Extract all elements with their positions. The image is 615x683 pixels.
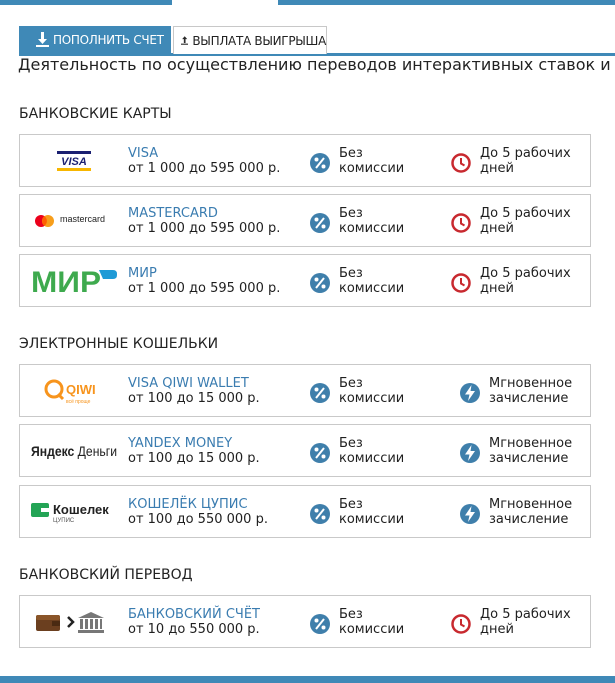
payment-row-bank-account[interactable]: БАНКОВСКИЙ СЧЁТ от 10 до 550 000 р. Без … xyxy=(19,595,591,648)
tab-deposit-label: ПОПОЛНИТЬ СЧЕТ xyxy=(53,32,164,47)
percent-icon xyxy=(310,614,330,634)
percent-icon xyxy=(310,273,330,293)
time-text: Мгновенное зачисление xyxy=(489,436,573,466)
tab-withdraw-label: ВЫПЛАТА ВЫИГРЫША xyxy=(192,33,326,48)
svg-text:всё проще: всё проще xyxy=(66,399,91,405)
section-title-wallets: ЭЛЕКТРОННЫЕ КОШЕЛЬКИ xyxy=(19,336,219,352)
method-name[interactable]: MASTERCARD xyxy=(128,206,280,221)
svg-text:МИР: МИР xyxy=(31,266,101,296)
section-title-bank: БАНКОВСКИЙ ПЕРЕВОД xyxy=(19,567,193,583)
payment-row-yandex[interactable]: Яндекс Деньги YANDEX MONEY от 100 до 15 … xyxy=(19,424,591,477)
time-text: До 5 рабочих дней xyxy=(480,146,571,176)
payment-row-cupis[interactable]: Кошелек ЦУПИС КОШЕЛЁК ЦУПИС от 100 до 55… xyxy=(19,485,591,538)
method-range: от 100 до 15 000 р. xyxy=(128,451,260,466)
svg-text:ЦУПИС: ЦУПИС xyxy=(53,518,75,524)
payment-tabs: ПОПОЛНИТЬ СЧЕТ ВЫПЛАТА ВЫИГРЫША xyxy=(19,26,615,56)
method-range: от 10 до 550 000 р. xyxy=(128,622,260,637)
method-info: YANDEX MONEY от 100 до 15 000 р. xyxy=(128,436,260,466)
fee-text: Без комиссии xyxy=(339,146,405,176)
lightning-icon xyxy=(460,443,480,463)
fee-text: Без комиссии xyxy=(339,376,405,406)
top-accent-gap xyxy=(172,0,278,5)
yandex-money-logo: Яндекс Деньги xyxy=(20,425,128,476)
fee-text: Без комиссии xyxy=(339,436,405,466)
top-accent-bar xyxy=(0,0,615,5)
time-text: До 5 рабочих дней xyxy=(480,206,571,236)
method-info: MASTERCARD от 1 000 до 595 000 р. xyxy=(128,206,280,236)
fee-text: Без комиссии xyxy=(339,266,405,296)
tab-deposit[interactable]: ПОПОЛНИТЬ СЧЕТ xyxy=(19,26,171,53)
visa-logo: VISA xyxy=(20,135,128,186)
clock-icon xyxy=(451,153,471,173)
bank-building-icon xyxy=(78,611,104,633)
payment-row-mastercard[interactable]: mastercard MASTERCARD от 1 000 до 595 00… xyxy=(19,194,591,247)
svg-text:Яндекс Деньги: Яндекс Деньги xyxy=(31,443,117,459)
clock-icon xyxy=(451,273,471,293)
fee-text: Без комиссии xyxy=(339,497,405,527)
fee-text: Без комиссии xyxy=(339,206,405,236)
method-info: МИР от 1 000 до 595 000 р. xyxy=(128,266,280,296)
method-name[interactable]: VISA xyxy=(128,146,280,161)
method-name[interactable]: БАНКОВСКИЙ СЧЁТ xyxy=(128,607,260,622)
lightning-icon xyxy=(460,504,480,524)
percent-icon xyxy=(310,443,330,463)
percent-icon xyxy=(310,383,330,403)
method-range: от 1 000 до 595 000 р. xyxy=(128,281,281,296)
bank-transfer-logo xyxy=(20,596,128,647)
method-range: от 1 000 до 595 000 р. xyxy=(128,221,281,236)
arrow-right-icon xyxy=(67,615,75,628)
mastercard-logo: mastercard xyxy=(20,195,128,246)
method-info: VISA QIWI WALLET от 100 до 15 000 р. xyxy=(128,376,260,406)
method-info: БАНКОВСКИЙ СЧЁТ от 10 до 550 000 р. xyxy=(128,607,260,637)
qiwi-logo: QIWI всё проще xyxy=(20,365,128,416)
payment-row-visa[interactable]: VISA VISA от 1 000 до 595 000 р. Без ком… xyxy=(19,134,591,187)
method-name[interactable]: VISA QIWI WALLET xyxy=(128,376,260,391)
clock-icon xyxy=(451,213,471,233)
mir-logo: МИР xyxy=(20,255,128,306)
payment-row-mir[interactable]: МИР МИР от 1 000 до 595 000 р. Без комис… xyxy=(19,254,591,307)
method-range: от 100 до 550 000 р. xyxy=(128,512,268,527)
mastercard-wordmark: mastercard xyxy=(60,214,106,224)
time-text: До 5 рабочих дней xyxy=(480,607,571,637)
lightning-icon xyxy=(460,383,480,403)
percent-icon xyxy=(310,504,330,524)
percent-icon xyxy=(310,153,330,173)
time-text: До 5 рабочих дней xyxy=(480,266,571,296)
bottom-accent-bar xyxy=(0,676,615,683)
method-info: КОШЕЛЁК ЦУПИС от 100 до 550 000 р. xyxy=(128,497,268,527)
svg-text:VISA: VISA xyxy=(61,156,87,168)
method-name[interactable]: МИР xyxy=(128,266,280,281)
fee-text: Без комиссии xyxy=(339,607,405,637)
method-name[interactable]: КОШЕЛЁК ЦУПИС xyxy=(128,497,268,512)
method-range: от 1 000 до 595 000 р. xyxy=(128,161,281,176)
clock-icon xyxy=(451,614,471,634)
payment-row-qiwi[interactable]: QIWI всё проще VISA QIWI WALLET от 100 д… xyxy=(19,364,591,417)
method-range: от 100 до 15 000 р. xyxy=(128,391,260,406)
method-name[interactable]: YANDEX MONEY xyxy=(128,436,260,451)
section-title-cards: БАНКОВСКИЕ КАРТЫ xyxy=(19,106,172,122)
upload-icon xyxy=(181,36,189,45)
percent-icon xyxy=(310,213,330,233)
cupis-logo: Кошелек ЦУПИС xyxy=(20,486,128,537)
time-text: Мгновенное зачисление xyxy=(489,376,573,406)
svg-text:Кошелек: Кошелек xyxy=(53,502,109,517)
intro-text: Деятельность по осуществлению переводов … xyxy=(18,55,615,74)
svg-text:QIWI: QIWI xyxy=(66,382,96,397)
method-info: VISA от 1 000 до 595 000 р. xyxy=(128,146,280,176)
time-text: Мгновенное зачисление xyxy=(489,497,573,527)
download-icon xyxy=(36,32,49,47)
wallet-icon xyxy=(36,614,60,631)
tab-withdraw[interactable]: ВЫПЛАТА ВЫИГРЫША xyxy=(173,26,327,54)
